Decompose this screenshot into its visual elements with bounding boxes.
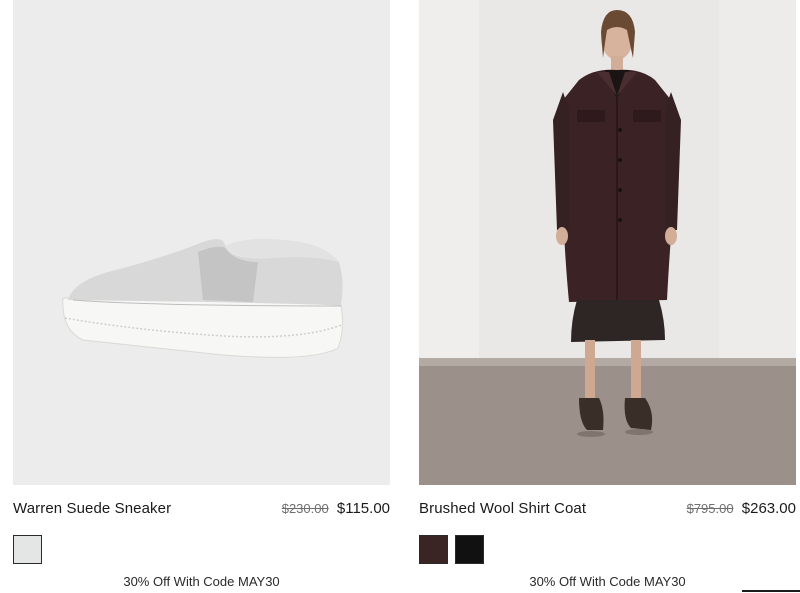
product-prices: $795.00 $263.00 [687, 500, 796, 517]
color-swatches [13, 535, 42, 565]
sale-price: $115.00 [336, 500, 390, 517]
color-swatch-black[interactable] [455, 535, 484, 564]
original-price: $795.00 [686, 501, 734, 516]
product-image-link[interactable] [419, 0, 796, 485]
color-swatch-burgundy[interactable] [419, 535, 448, 564]
product-prices: $230.00 $115.00 [282, 500, 390, 517]
promo-text: 30% Off With Code MAY30 [529, 574, 686, 589]
coat-model-image [419, 0, 796, 485]
original-price: $230.00 [281, 501, 329, 516]
product-grid: Warren Suede Sneaker $230.00 $115.00 30%… [0, 0, 800, 593]
product-card[interactable]: Warren Suede Sneaker $230.00 $115.00 30%… [13, 0, 390, 593]
color-swatch-light-grey[interactable] [13, 535, 42, 564]
promo-text: 30% Off With Code MAY30 [123, 574, 280, 589]
sneaker-image [13, 0, 390, 485]
divider [742, 590, 800, 592]
product-title[interactable]: Warren Suede Sneaker [13, 500, 171, 517]
product-title[interactable]: Brushed Wool Shirt Coat [419, 500, 586, 517]
product-image-link[interactable] [13, 0, 390, 485]
sale-price: $263.00 [741, 500, 796, 517]
color-swatches [419, 535, 484, 565]
product-card[interactable]: Brushed Wool Shirt Coat $795.00 $263.00 … [419, 0, 796, 593]
